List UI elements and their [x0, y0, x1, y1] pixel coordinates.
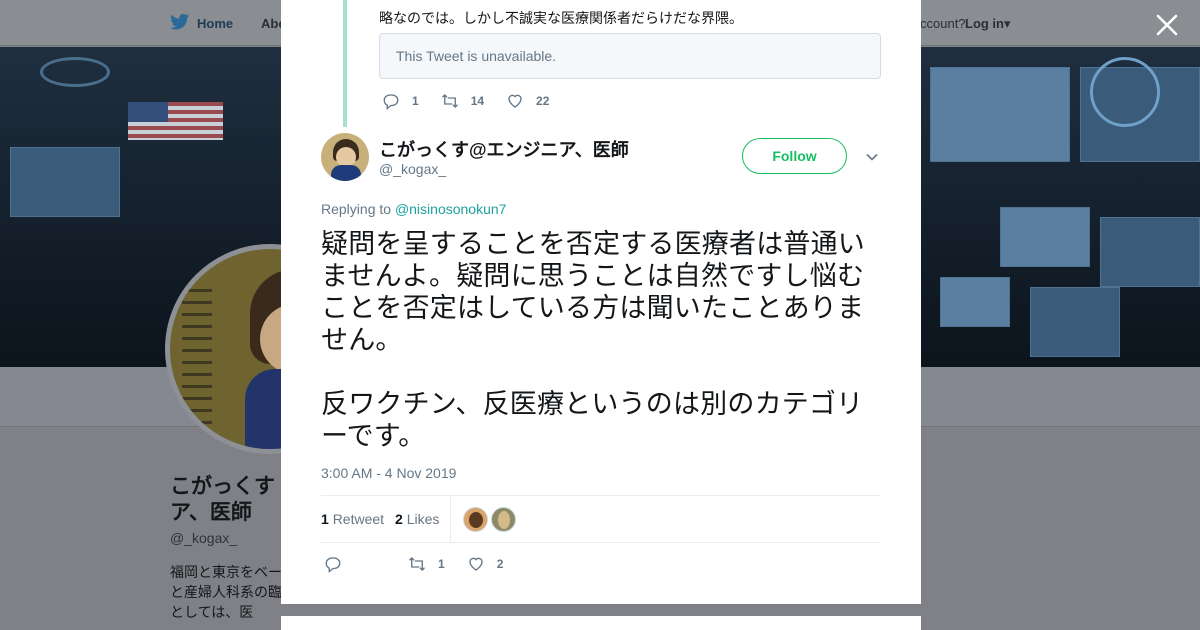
- retweet-icon: [409, 557, 425, 571]
- like-button[interactable]: 2: [467, 555, 504, 573]
- next-tweet-card-edge: [281, 616, 921, 630]
- thread-line: [343, 0, 347, 127]
- likes-stat[interactable]: 2 Likes: [395, 511, 439, 527]
- author-avatar[interactable]: [321, 133, 369, 181]
- parent-reply-count: 1: [412, 94, 419, 108]
- quoted-tweet-unavailable-text: This Tweet is unavailable.: [396, 48, 557, 64]
- parent-tweet-text: 略なのでは。しかし不誠実な医療関係者だらけだな界隈。: [379, 0, 879, 28]
- login-label[interactable]: Log in: [965, 16, 1004, 31]
- tweet-paragraph-1: 疑問を呈することを否定する医療者は普通いませんよ。疑問に思うことは自然ですし悩む…: [321, 229, 865, 355]
- author-name[interactable]: こがっくす@エンジニア、医師: [379, 136, 629, 162]
- banner-flag: [128, 102, 223, 140]
- tweet-stats: 1 Retweet 2 Likes: [321, 495, 881, 543]
- profile-name: こがっくす ア、医師: [170, 475, 275, 524]
- login-link[interactable]: Log in▾: [965, 16, 1011, 32]
- twitter-bird-icon[interactable]: [170, 13, 190, 31]
- reply-icon: [325, 557, 341, 573]
- author-handle[interactable]: @_kogax_: [379, 161, 446, 177]
- retweet-stat-number: 1: [321, 511, 329, 527]
- follow-button[interactable]: Follow: [742, 138, 847, 174]
- tweet-timestamp[interactable]: 3:00 AM - 4 Nov 2019: [321, 465, 456, 481]
- profile-handle[interactable]: @_kogax_: [170, 530, 237, 546]
- retweet-icon: [441, 94, 458, 108]
- have-account-text: ccount?: [920, 16, 966, 31]
- stats-divider: [450, 496, 451, 542]
- parent-tweet-text-tail: 略なのでは。しかし不誠実な医療関係者だらけだな界隈。: [379, 10, 743, 26]
- heart-icon: [508, 94, 522, 108]
- likes-stat-label: Likes: [406, 511, 440, 527]
- parent-reply-button[interactable]: 1: [382, 92, 419, 110]
- retweet-button[interactable]: 1: [408, 555, 445, 573]
- parent-retweet-count: 14: [470, 94, 485, 108]
- parent-retweet-button[interactable]: 14: [441, 92, 484, 110]
- tweet-text: 疑問を呈することを否定する医療者は普通いませんよ。疑問に思うことは自然ですし悩む…: [321, 228, 886, 452]
- parent-like-button[interactable]: 22: [506, 92, 549, 110]
- nav-home-link[interactable]: Home: [197, 16, 233, 31]
- heart-icon: [469, 557, 483, 571]
- parent-like-count: 22: [536, 94, 550, 108]
- parent-tweet-actions: 1 14 22: [382, 92, 571, 110]
- reply-icon: [383, 94, 399, 110]
- retweet-count: 1: [438, 557, 445, 571]
- replying-to-handle-link[interactable]: @nisinosonokun7: [395, 201, 507, 217]
- liker-avatar[interactable]: [463, 507, 488, 532]
- retweet-stat[interactable]: 1 Retweet: [321, 511, 384, 527]
- like-count: 2: [496, 557, 504, 571]
- retweet-stat-label: Retweet: [332, 511, 385, 527]
- tweet-paragraph-2: 反ワクチン、反医療というのは別のカテゴリーです。: [321, 389, 864, 451]
- chevron-down-icon[interactable]: [865, 150, 879, 164]
- likes-stat-number: 2: [395, 511, 403, 527]
- replying-to: Replying to @nisinosonokun7: [321, 201, 506, 217]
- reply-button[interactable]: [324, 555, 354, 573]
- tweet-modal: 略なのでは。しかし不誠実な医療関係者だらけだな界隈。 This Tweet is…: [281, 0, 921, 604]
- replying-to-label: Replying to: [321, 201, 392, 217]
- liker-avatar[interactable]: [491, 507, 516, 532]
- close-icon[interactable]: [1154, 12, 1180, 38]
- tweet-actions: 1 2: [324, 555, 525, 573]
- quoted-tweet-unavailable: This Tweet is unavailable.: [379, 33, 881, 79]
